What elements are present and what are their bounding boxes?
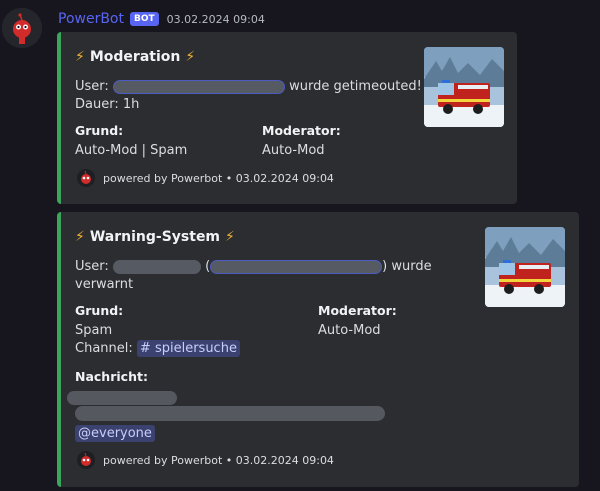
redacted-user-name xyxy=(112,259,201,274)
message-label: Nachricht: xyxy=(75,369,148,384)
embed-thumbnail[interactable] xyxy=(424,47,504,127)
lightning-bolt-icon: ⚡ xyxy=(75,229,85,245)
user-label: User: xyxy=(75,79,109,94)
channel-mention[interactable]: # spielersuche xyxy=(136,340,240,357)
author-name[interactable]: PowerBot xyxy=(58,11,124,27)
moderator-value: Auto-Mod xyxy=(262,143,325,158)
warning-system-embed: ⚡ Warning-System ⚡ User: () wurde verwar… xyxy=(57,212,579,487)
footer-text: powered by Powerbot • 03.02.2024 09:04 xyxy=(103,171,334,185)
reason-label: Grund: xyxy=(75,123,124,138)
embed-footer: powered by Powerbot • 03.02.2024 09:04 xyxy=(77,169,334,187)
reason-value: Auto-Mod | Spam xyxy=(75,143,188,158)
lightning-bolt-icon: ⚡ xyxy=(225,229,235,245)
embed-thumbnail[interactable] xyxy=(485,227,565,307)
user-action-text: ) wurde xyxy=(382,259,432,274)
reason-label: Grund: xyxy=(75,303,124,318)
user-label: User: xyxy=(75,259,109,274)
powerbot-logo-icon xyxy=(77,169,95,187)
reason-value: Spam xyxy=(75,323,113,338)
bot-avatar[interactable] xyxy=(2,8,42,48)
message-header: PowerBot BOT 03.02.2024 09:04 xyxy=(58,10,265,28)
moderation-embed: ⚡ Moderation ⚡ User: wurde getimeouted! … xyxy=(57,32,517,204)
embed-title: ⚡ Warning-System ⚡ xyxy=(75,229,235,245)
embed-footer: powered by Powerbot • 03.02.2024 09:04 xyxy=(77,451,334,469)
embed-title: ⚡ Moderation ⚡ xyxy=(75,49,195,65)
everyone-mention[interactable]: @everyone xyxy=(75,425,155,442)
channel-name: spielersuche xyxy=(154,341,237,356)
channel-line: Channel: # spielersuche xyxy=(75,340,240,358)
redacted-message-line xyxy=(67,391,177,405)
user-action-text: wurde getimeouted! xyxy=(289,79,422,94)
redacted-user-mention[interactable] xyxy=(210,259,383,274)
redacted-user-mention[interactable] xyxy=(112,79,285,94)
moderator-label: Moderator: xyxy=(262,123,341,138)
powerbot-logo-icon xyxy=(77,451,95,469)
moderator-label: Moderator: xyxy=(318,303,397,318)
user-action-text-cont: verwarnt xyxy=(75,277,134,292)
message-timestamp: 03.02.2024 09:04 xyxy=(166,12,265,26)
footer-text: powered by Powerbot • 03.02.2024 09:04 xyxy=(103,453,334,467)
user-line: User: () wurde xyxy=(75,258,432,276)
duration-text: Dauer: 1h xyxy=(75,97,140,112)
redacted-message-line xyxy=(75,406,385,421)
hash-icon: # xyxy=(139,341,151,356)
channel-label: Channel: xyxy=(75,341,133,356)
user-line: User: wurde getimeouted! xyxy=(75,78,422,96)
bot-tag: BOT xyxy=(130,12,159,26)
embed-title-text: Warning-System xyxy=(89,229,221,245)
embed-title-text: Moderation xyxy=(89,49,181,65)
lightning-bolt-icon: ⚡ xyxy=(185,49,196,65)
moderator-value: Auto-Mod xyxy=(318,323,381,338)
lightning-bolt-icon: ⚡ xyxy=(75,49,85,65)
